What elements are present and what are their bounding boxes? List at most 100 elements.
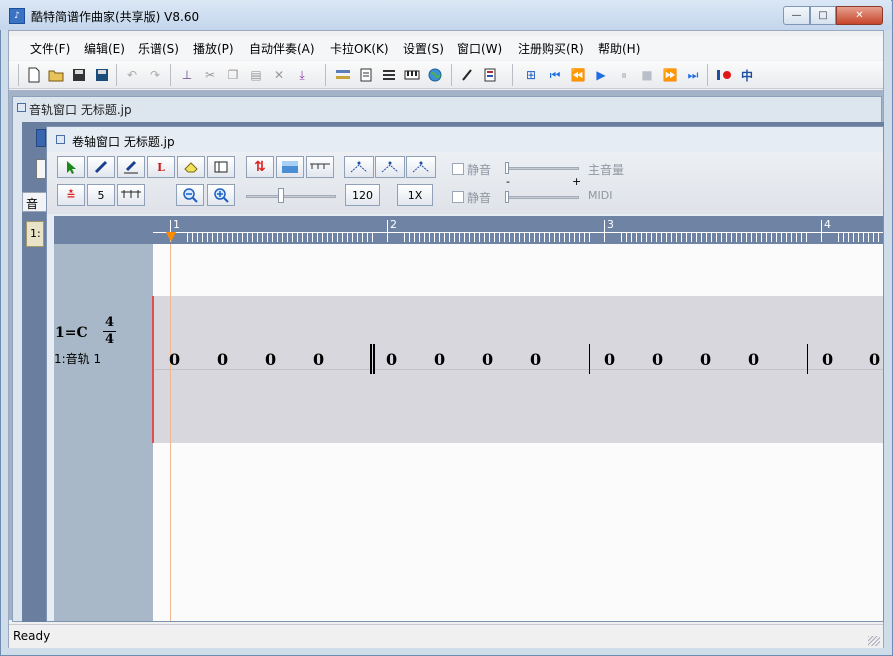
ruler-ticks — [187, 232, 375, 242]
maximize-button[interactable]: □ — [810, 6, 836, 25]
plus-label: + — [572, 175, 582, 188]
note[interactable]: 0 — [822, 350, 833, 369]
note[interactable]: 0 — [652, 350, 663, 369]
vertical-zoom-icon[interactable]: ⇅ — [246, 156, 274, 178]
eraser-icon[interactable] — [177, 156, 205, 178]
minimize-button[interactable]: — — [783, 6, 810, 25]
note[interactable]: 0 — [700, 350, 711, 369]
new-file-icon[interactable] — [25, 66, 43, 84]
track-icon[interactable] — [334, 66, 352, 84]
copy-icon[interactable]: ❐ — [224, 66, 242, 84]
open-folder-icon[interactable] — [47, 66, 65, 84]
main-volume-slider[interactable] — [507, 167, 579, 170]
pencil-icon[interactable] — [87, 156, 115, 178]
note[interactable]: 0 — [482, 350, 493, 369]
color-fill-icon[interactable] — [276, 156, 304, 178]
note[interactable]: 0 — [530, 350, 541, 369]
ruler-ticks — [621, 232, 809, 242]
spacing-icon[interactable]: ≛ — [57, 184, 85, 206]
redo-icon[interactable]: ↷ — [146, 66, 164, 84]
menu-edit[interactable]: 编辑(E) — [84, 40, 125, 57]
note[interactable]: 0 — [604, 350, 615, 369]
app-icon: ♪ — [9, 8, 25, 24]
lyric-icon[interactable]: L — [147, 156, 175, 178]
density-value[interactable]: 5 — [87, 184, 115, 206]
zoom-in-icon[interactable] — [207, 184, 235, 206]
panel-icon[interactable] — [207, 156, 235, 178]
cut-icon[interactable]: ✂ — [201, 66, 219, 84]
menu-window[interactable]: 窗口(W) — [457, 40, 502, 57]
mute-checkbox-2[interactable] — [452, 191, 464, 203]
delete-icon[interactable]: ✕ — [270, 66, 288, 84]
note[interactable]: 0 — [434, 350, 445, 369]
main-volume-slider-thumb[interactable] — [505, 162, 509, 174]
note[interactable]: 0 — [869, 350, 880, 369]
chord-mid-icon[interactable] — [375, 156, 405, 178]
track-row-label[interactable]: 1: — [26, 221, 44, 247]
undo-icon[interactable]: ↶ — [123, 66, 141, 84]
note[interactable]: 0 — [217, 350, 228, 369]
play-icon[interactable]: ▶ — [592, 66, 610, 84]
pen-icon[interactable] — [458, 66, 476, 84]
first-icon[interactable]: ⏮ — [546, 66, 564, 84]
beat-ruler-icon[interactable] — [117, 184, 145, 206]
menu-register[interactable]: 注册购买(R) — [518, 40, 584, 57]
insert-icon[interactable]: ⊥ — [178, 66, 196, 84]
document-icon[interactable] — [357, 66, 375, 84]
keyboard-icon[interactable] — [403, 66, 421, 84]
rewind-icon[interactable]: ⏪ — [569, 66, 587, 84]
menu-auto-accompaniment[interactable]: 自动伴奏(A) — [249, 40, 315, 57]
menu-settings[interactable]: 设置(S) — [403, 40, 444, 57]
menu-karaoke[interactable]: 卡拉OK(K) — [330, 40, 389, 57]
menu-help[interactable]: 帮助(H) — [598, 40, 640, 57]
note[interactable]: 0 — [748, 350, 759, 369]
tempo-value[interactable]: 120 — [345, 184, 380, 206]
stop-icon[interactable]: ■ — [638, 66, 656, 84]
select-arrow-icon[interactable] — [57, 156, 85, 178]
note[interactable]: 0 — [169, 350, 180, 369]
note[interactable]: 0 — [265, 350, 276, 369]
toolbar-separator — [707, 64, 708, 86]
zoom-slider-thumb[interactable] — [278, 188, 284, 203]
paste-icon[interactable]: ▤ — [247, 66, 265, 84]
fast-forward-icon[interactable]: ⏩ — [661, 66, 679, 84]
note[interactable]: 0 — [313, 350, 324, 369]
menu-file[interactable]: 文件(F) — [30, 40, 70, 57]
midi-volume-slider[interactable] — [507, 196, 579, 199]
barline — [589, 344, 590, 374]
go-start-icon[interactable]: ⊞ — [522, 66, 540, 84]
main-volume-label: 主音量 — [588, 163, 625, 177]
track-button-fragment[interactable] — [36, 159, 46, 179]
pause-icon[interactable]: ⏸ — [615, 66, 633, 84]
zoom-slider[interactable] — [246, 195, 336, 198]
ruler-icon[interactable] — [306, 156, 334, 178]
resize-grip[interactable] — [868, 636, 880, 646]
close-button[interactable]: ✕ — [836, 6, 883, 25]
track-toolbar-fragment — [36, 129, 46, 147]
note-list-icon[interactable] — [481, 66, 499, 84]
list-icon[interactable] — [380, 66, 398, 84]
split-icon[interactable]: 中 — [738, 66, 756, 84]
status-text: Ready — [13, 629, 51, 643]
mute-checkbox-1[interactable] — [452, 163, 464, 175]
track-tab[interactable]: 音轨 — [22, 192, 48, 212]
track-label[interactable]: 1:音轨 1 — [54, 350, 101, 367]
chord-down-icon[interactable] — [406, 156, 436, 178]
speed-value[interactable]: 1X — [397, 184, 433, 206]
record-icon[interactable] — [715, 66, 733, 84]
menu-score[interactable]: 乐谱(S) — [138, 40, 179, 57]
playback-position-marker[interactable] — [166, 232, 176, 242]
save-all-icon[interactable] — [93, 66, 111, 84]
import-icon[interactable]: ⤓ — [293, 66, 311, 84]
midi-volume-slider-thumb[interactable] — [505, 191, 509, 203]
last-icon[interactable]: ⏭ — [684, 66, 702, 84]
draw-note-icon[interactable] — [117, 156, 145, 178]
toolbar-separator — [325, 64, 326, 86]
note[interactable]: 0 — [386, 350, 397, 369]
menu-play[interactable]: 播放(P) — [193, 40, 234, 57]
save-icon[interactable] — [70, 66, 88, 84]
chord-up-icon[interactable] — [344, 156, 374, 178]
zoom-out-icon[interactable] — [176, 184, 204, 206]
globe-icon[interactable] — [426, 66, 444, 84]
measure-number: 1 — [173, 218, 180, 231]
